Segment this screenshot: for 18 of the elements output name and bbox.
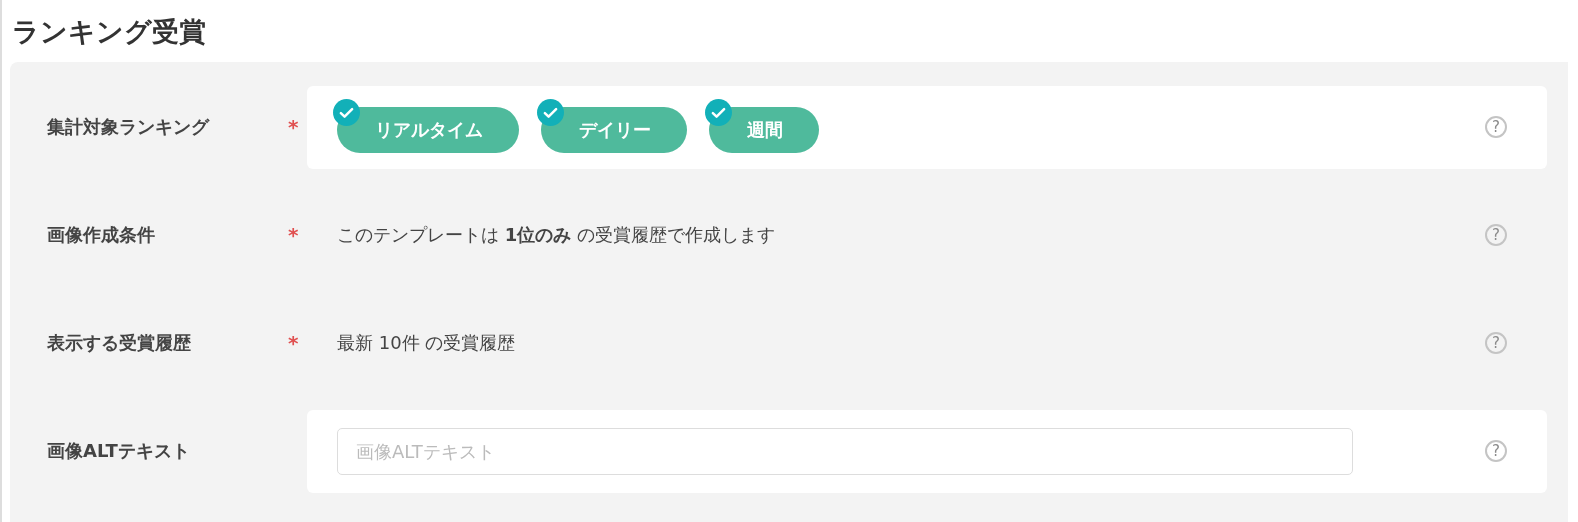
- ranking-chip[interactable]: 週間: [709, 107, 819, 153]
- help-icon[interactable]: ?: [1485, 116, 1507, 138]
- help-icon[interactable]: ?: [1485, 440, 1507, 462]
- field-label: 画像ALTテキスト: [46, 439, 191, 463]
- required-mark: *: [287, 331, 299, 355]
- field-label: 表示する受賞履歴: [46, 331, 192, 355]
- field-value: 最新 10件 の受賞履歴: [337, 331, 517, 355]
- required-mark: *: [287, 223, 299, 247]
- required-mark: *: [287, 115, 299, 139]
- field-label: 集計対象ランキング: [46, 115, 211, 139]
- help-icon[interactable]: ?: [1485, 224, 1507, 246]
- field-label: 画像作成条件: [46, 223, 156, 247]
- ranking-chip[interactable]: デイリー: [541, 107, 687, 153]
- help-icon[interactable]: ?: [1485, 332, 1507, 354]
- alt-text-field[interactable]: 画像ALTテキスト: [337, 427, 1353, 475]
- field-value: このテンプレートは 1位のみ の受賞履歴で作成します: [337, 223, 776, 247]
- ranking-chip[interactable]: リアルタイム: [337, 107, 519, 153]
- section-title: ランキング受賞: [12, 15, 207, 49]
